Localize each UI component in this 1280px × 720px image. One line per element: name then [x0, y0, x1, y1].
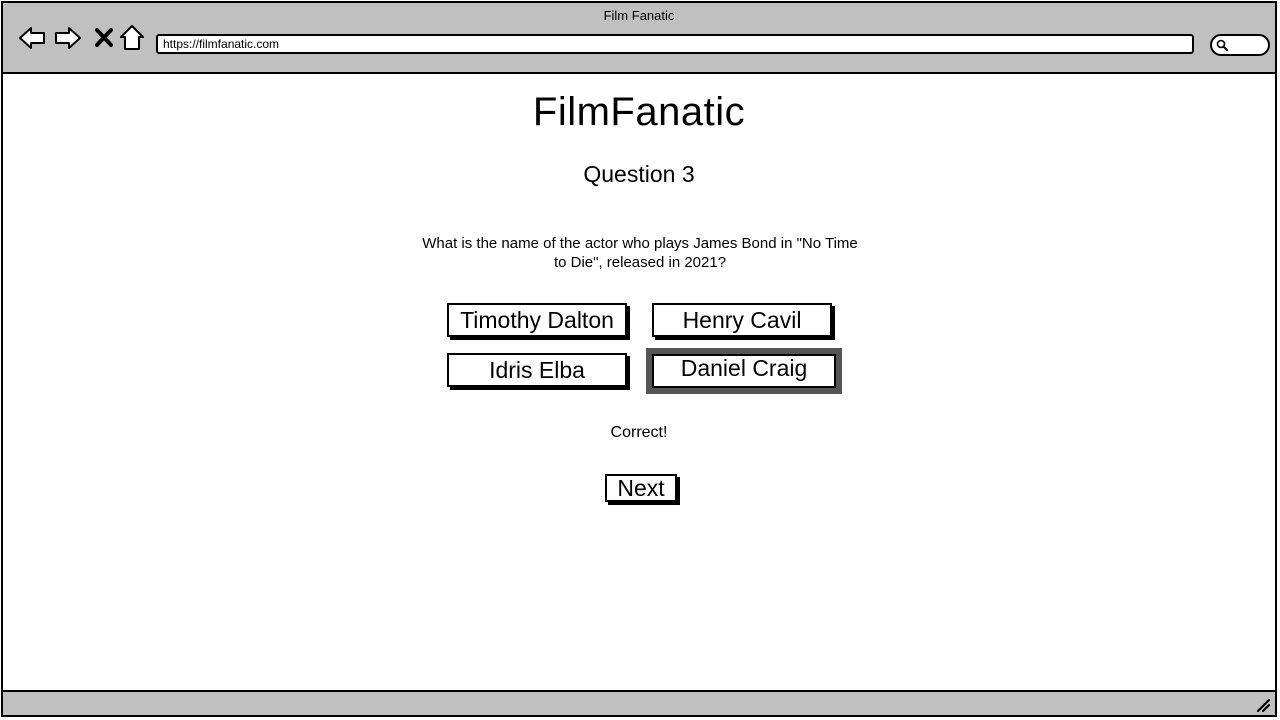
- page-content: FilmFanatic Question 3 What is the name …: [3, 74, 1275, 692]
- answer-button-idris-elba[interactable]: Idris Elba: [447, 353, 627, 387]
- browser-window: Film Fanatic https://filmfanatic.com Fil…: [1, 1, 1277, 717]
- resize-grip-icon[interactable]: [1255, 697, 1271, 713]
- next-button[interactable]: Next: [605, 474, 677, 502]
- question-heading: Question 3: [583, 161, 695, 187]
- window-title: Film Fanatic: [603, 8, 675, 23]
- back-arrow-icon[interactable]: [17, 23, 47, 53]
- answer-button-timothy-dalton[interactable]: Timothy Dalton: [447, 303, 627, 337]
- answer-button-henry-cavil[interactable]: Henry Cavil: [652, 303, 832, 337]
- close-x-icon[interactable]: [89, 23, 119, 53]
- url-input[interactable]: https://filmfanatic.com: [156, 34, 1194, 54]
- home-icon[interactable]: [117, 23, 147, 53]
- search-input[interactable]: [1210, 34, 1270, 56]
- forward-arrow-icon[interactable]: [53, 23, 83, 53]
- answer-button-daniel-craig-selected[interactable]: Daniel Craig: [646, 348, 842, 394]
- question-text: What is the name of the actor who plays …: [422, 235, 858, 271]
- site-logo-title: FilmFanatic: [532, 90, 746, 134]
- search-icon: [1216, 39, 1228, 51]
- status-bar: [3, 690, 1275, 715]
- browser-toolbar: Film Fanatic https://filmfanatic.com: [3, 3, 1275, 74]
- answer-feedback: Correct!: [610, 424, 668, 441]
